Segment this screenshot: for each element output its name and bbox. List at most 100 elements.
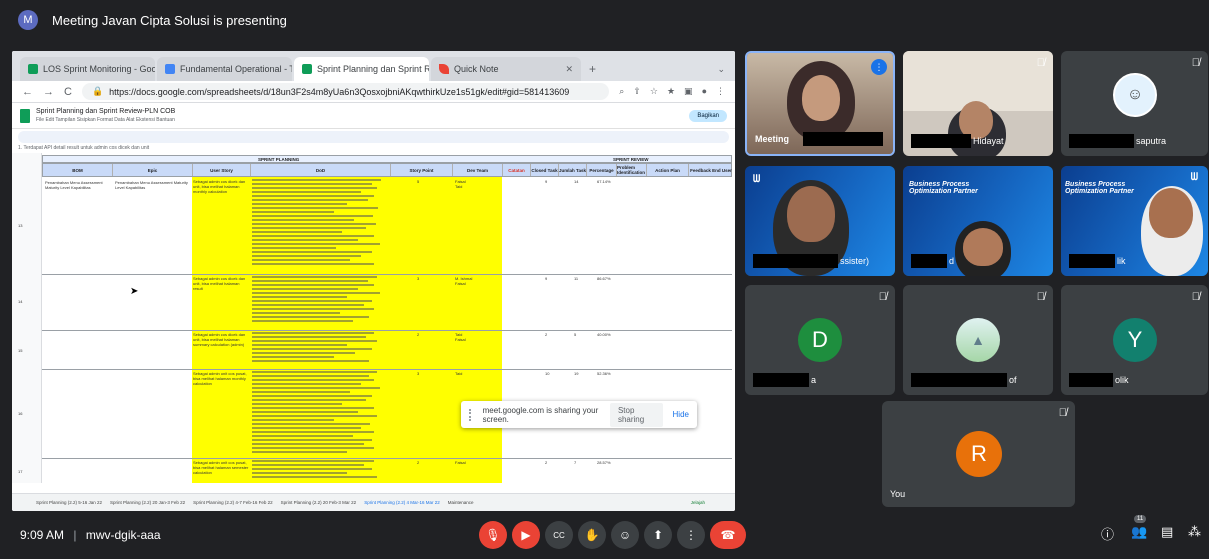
user-story-cell[interactable]: Sebagai admin cos dicek dan unit, bisa m…: [193, 179, 249, 194]
story-point-cell[interactable]: 5: [417, 179, 419, 184]
story-point-cell[interactable]: 3: [417, 371, 419, 376]
dod-cell-text[interactable]: [252, 179, 388, 267]
col-percentage: Percentage: [587, 164, 617, 176]
dod-cell-text[interactable]: [252, 276, 388, 324]
participant-tile[interactable]: ᗯ ssister): [745, 166, 895, 276]
col-problem: Problem Identification: [617, 164, 647, 176]
percentage-cell[interactable]: 28.57%: [597, 460, 611, 465]
raise-hand-icon[interactable]: ✋: [578, 521, 606, 549]
row-number: 15: [18, 348, 23, 353]
story-point-cell[interactable]: 3: [417, 276, 419, 281]
jumlah-task-cell[interactable]: 19: [574, 371, 578, 376]
spreadsheet-grid[interactable]: SPRINT PLANNING SPRINT REVIEW BOM Epic U…: [12, 153, 735, 493]
sheet-title[interactable]: Sprint Planning dan Sprint Review-PLN CO…: [36, 108, 175, 115]
url-field[interactable]: 🔒 https://docs.google.com/spreadsheets/d…: [81, 83, 610, 100]
participant-tile[interactable]: Business Process Optimization Partner ᗯ l…: [1061, 166, 1208, 276]
sidebar-icon[interactable]: ▣: [684, 86, 693, 97]
hide-button[interactable]: Hide: [673, 410, 689, 419]
self-tile[interactable]: R 🎙̸ You: [882, 401, 1075, 507]
activities-icon[interactable]: ⁂: [1188, 524, 1201, 540]
people-icon[interactable]: 11 👥: [1131, 515, 1147, 540]
participant-tile[interactable]: ⋮ Meeting: [745, 51, 895, 156]
story-point-cell[interactable]: 2: [417, 460, 419, 465]
share-icon[interactable]: ⇪: [633, 86, 641, 97]
closed-task-cell[interactable]: 2: [545, 460, 547, 465]
closed-task-cell[interactable]: 9: [545, 179, 547, 184]
chevron-down-icon[interactable]: ⌄: [707, 64, 735, 81]
closed-task-cell[interactable]: 9: [545, 276, 547, 281]
sheet-tab[interactable]: Sprint Planning (2.2) 20 Jan-3 Feb 22: [110, 500, 185, 505]
dod-cell-text[interactable]: [252, 371, 388, 455]
sheet-tab-active[interactable]: Sprint Planning (2.2) 4 Mar-16 Mar 22: [364, 500, 440, 505]
user-story-cell[interactable]: Sebagai admin cos dicek dan unit, bisa m…: [193, 332, 249, 347]
story-point-cell[interactable]: 2: [417, 332, 419, 337]
jumlah-task-cell[interactable]: 7: [574, 460, 576, 465]
browser-tab[interactable]: LOS Sprint Monitoring - Goog ✕: [20, 57, 155, 81]
percentage-cell[interactable]: 40.00%: [597, 332, 611, 337]
sheet-tab[interactable]: Sprint Planning (2.2) 20 Feb-3 Mar 22: [281, 500, 357, 505]
sheet-tab[interactable]: Sprint Planning (2.2) 5-16 Jan 22: [36, 500, 102, 505]
captions-icon[interactable]: CC: [545, 521, 573, 549]
user-story-cell[interactable]: Sebagai admin unit cos pusat, bisa melih…: [193, 460, 249, 475]
emoji-icon[interactable]: ☺: [611, 521, 639, 549]
dev-team-cell[interactable]: Taid: [455, 371, 462, 376]
kebab-menu-icon[interactable]: ⋮: [716, 86, 725, 97]
browser-tab[interactable]: Quick Note ✕: [431, 57, 581, 81]
extension-icon[interactable]: ★: [667, 86, 675, 97]
microphone-off-icon[interactable]: 🎙: [479, 521, 507, 549]
sheet-tab[interactable]: Maintenance: [448, 500, 474, 505]
browser-tab-strip: LOS Sprint Monitoring - Goog ✕ Fundament…: [12, 51, 735, 81]
dev-team-cell[interactable]: Taid Faisal: [455, 332, 466, 342]
participant-tile[interactable]: Y 🎙̸ olik: [1061, 285, 1208, 395]
closed-task-cell[interactable]: 2: [545, 332, 547, 337]
dev-team-cell[interactable]: Faisal: [455, 460, 466, 465]
percentage-cell[interactable]: 86.67%: [597, 276, 611, 281]
participant-tile[interactable]: D 🎙̸ a: [745, 285, 895, 395]
search-icon[interactable]: ⌕: [619, 86, 624, 97]
star-icon[interactable]: ☆: [650, 86, 658, 97]
browser-tab[interactable]: Fundamental Operational - Tri ✕: [157, 57, 292, 81]
sheet-tab[interactable]: Sprint Planning (2.2) 4-7 Feb-16 Feb 22: [193, 500, 273, 505]
participant-tile[interactable]: 🎙̸ Hidayat: [903, 51, 1053, 156]
profile-icon[interactable]: ●: [702, 86, 707, 97]
redaction-box: [753, 254, 838, 268]
dev-team-cell[interactable]: Faisal Taid: [455, 179, 466, 189]
separator: |: [73, 528, 77, 542]
percentage-cell[interactable]: 67.14%: [597, 179, 611, 184]
user-story-cell[interactable]: Sebagai admin cos dicek dan unit, bisa m…: [193, 276, 249, 291]
dev-team-cell[interactable]: M. Ishmal Faisal: [455, 276, 472, 286]
new-tab-icon[interactable]: +: [583, 62, 602, 81]
participant-tile[interactable]: ▲ 🎙̸ of: [903, 285, 1053, 395]
epic-cell[interactable]: Penambahan Menu Assessment Maturity Leve…: [115, 180, 191, 190]
dod-cell-text[interactable]: [252, 460, 388, 480]
jumlah-task-cell[interactable]: 11: [574, 276, 578, 281]
share-button[interactable]: Bagikan: [689, 109, 727, 122]
closed-task-cell[interactable]: 10: [545, 371, 549, 376]
bom-cell[interactable]: Penambahan Menu Assessment Maturity Leve…: [45, 180, 111, 190]
jumlah-task-cell[interactable]: 5: [574, 332, 576, 337]
browser-tab-active[interactable]: Sprint Planning dan Sprint Rev ✕: [294, 57, 429, 81]
back-icon[interactable]: ←: [22, 86, 33, 98]
present-icon[interactable]: ⬆: [644, 521, 672, 549]
forward-icon[interactable]: →: [43, 86, 54, 98]
percentage-cell[interactable]: 52.36%: [597, 371, 611, 376]
dod-cell-text[interactable]: [252, 332, 388, 364]
reload-icon[interactable]: C: [64, 86, 72, 98]
end-call-icon[interactable]: ☎: [710, 521, 746, 549]
more-icon[interactable]: ⋮: [677, 521, 705, 549]
participant-tile[interactable]: ☺ 🎙̸ saputra: [1061, 51, 1208, 156]
stop-sharing-button[interactable]: Stop sharing: [609, 402, 663, 427]
sheet-toolbar[interactable]: [18, 131, 729, 143]
user-story-cell[interactable]: Sebagai admin unit cos pusat, bisa melih…: [193, 371, 249, 386]
info-icon[interactable]: ⓘ: [1101, 524, 1114, 543]
col-feedback: Feedback End User: [690, 167, 732, 173]
camera-off-icon[interactable]: ▶: [512, 521, 540, 549]
sheet-menu[interactable]: File Edit Tampilan Sisipkan Format Data …: [36, 117, 175, 123]
explore-button[interactable]: Jelajah: [691, 500, 705, 505]
chat-icon[interactable]: ▤: [1161, 524, 1173, 540]
participant-face: [1149, 188, 1193, 238]
participant-tile[interactable]: Business Process Optimization Partner d: [903, 166, 1053, 276]
drag-handle-icon[interactable]: [469, 408, 473, 421]
jumlah-task-cell[interactable]: 14: [574, 179, 578, 184]
tab-close-icon[interactable]: ✕: [565, 64, 573, 75]
